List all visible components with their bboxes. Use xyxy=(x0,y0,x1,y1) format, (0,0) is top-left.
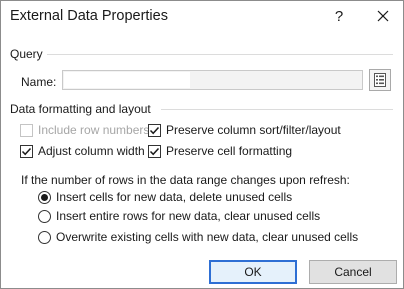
checkbox-box xyxy=(148,144,161,158)
formatting-section-label: Data formatting and layout xyxy=(10,102,151,116)
preserve-column-sort-checkbox[interactable]: Preserve column sort/filter/layout xyxy=(148,123,341,137)
preserve-column-sort-label: Preserve column sort/filter/layout xyxy=(166,123,341,137)
query-properties-button[interactable] xyxy=(369,69,391,91)
preserve-cell-formatting-label: Preserve cell formatting xyxy=(166,144,293,158)
help-button[interactable]: ? xyxy=(317,1,361,31)
help-icon: ? xyxy=(334,7,344,25)
query-section-label: Query xyxy=(10,47,43,61)
refresh-question-label: If the number of rows in the data range … xyxy=(21,173,350,187)
radio-circle xyxy=(38,209,51,223)
close-icon xyxy=(377,10,389,22)
query-separator xyxy=(47,54,393,55)
radio-circle xyxy=(38,230,51,244)
radio-insert-rows[interactable]: Insert entire rows for new data, clear u… xyxy=(38,209,320,223)
checkmark-icon xyxy=(149,126,160,134)
radio-selected-dot xyxy=(41,193,48,201)
name-label: Name: xyxy=(21,75,57,89)
close-button[interactable] xyxy=(361,1,404,31)
checkbox-box xyxy=(20,123,33,137)
properties-icon xyxy=(374,73,386,87)
checkmark-icon xyxy=(21,147,32,155)
include-row-numbers-label: Include row numbers xyxy=(38,123,150,137)
radio-insert-rows-label: Insert entire rows for new data, clear u… xyxy=(56,209,321,223)
cancel-button[interactable]: Cancel xyxy=(309,260,397,284)
radio-circle xyxy=(38,190,51,204)
radio-insert-cells[interactable]: Insert cells for new data, delete unused… xyxy=(38,190,292,204)
radio-insert-cells-label: Insert cells for new data, delete unused… xyxy=(56,190,293,204)
checkbox-box xyxy=(148,123,161,137)
radio-overwrite-cells[interactable]: Overwrite existing cells with new data, … xyxy=(38,230,358,244)
checkmark-icon xyxy=(149,147,160,155)
preserve-cell-formatting-checkbox[interactable]: Preserve cell formatting xyxy=(148,144,292,158)
radio-overwrite-cells-label: Overwrite existing cells with new data, … xyxy=(56,230,359,244)
dialog-title: External Data Properties xyxy=(10,8,168,24)
external-data-properties-dialog: External Data Properties ? Query Name: D… xyxy=(0,0,404,289)
name-field-text-area xyxy=(64,72,190,88)
name-field[interactable] xyxy=(62,70,363,90)
formatting-separator xyxy=(161,109,393,110)
adjust-column-width-checkbox[interactable]: Adjust column width xyxy=(20,144,145,158)
include-row-numbers-checkbox[interactable]: Include row numbers xyxy=(20,123,149,137)
checkbox-box xyxy=(20,144,33,158)
ok-button[interactable]: OK xyxy=(209,260,297,284)
adjust-column-width-label: Adjust column width xyxy=(38,144,145,158)
